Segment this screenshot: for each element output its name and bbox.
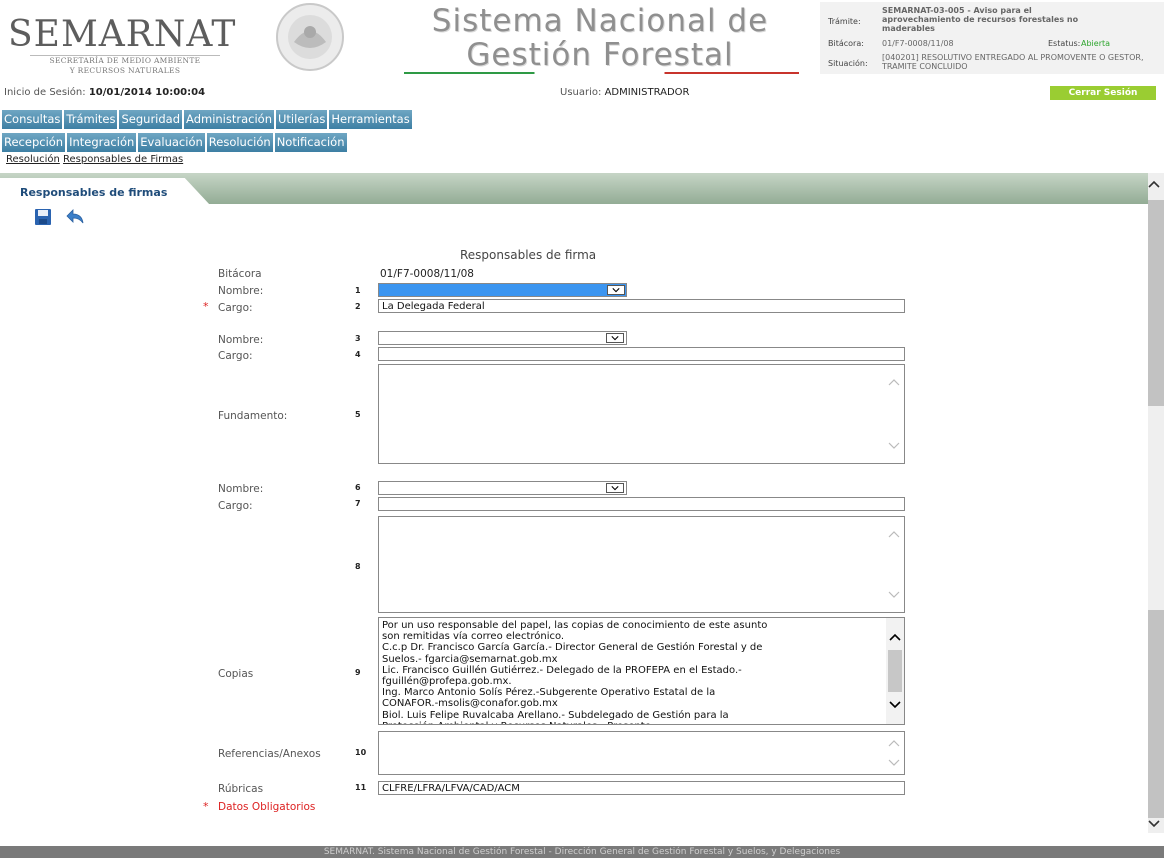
logo-sub-line1: SECRETARÍA DE MEDIO AMBIENTE [49,56,201,65]
field-number: 5 [355,410,361,419]
system-title: Sistema Nacional de Gestión Forestal [400,4,800,72]
copias-label: Copias [218,668,254,680]
rubricas-label: Rúbricas [218,783,264,795]
logo-sub-line2: Y RECURSOS NATURALES [69,66,181,75]
mexico-seal-icon [276,3,344,71]
menu-item-consultas[interactable]: Consultas [2,110,63,129]
nombre2-select[interactable] [378,331,627,345]
flag-color-bar [404,72,799,74]
nombre2-label: Nombre: [218,334,264,346]
process-menu: Recepción Integración Evaluación Resoluc… [2,133,349,152]
chevron-down-icon[interactable] [887,758,901,768]
menu-item-utilerias[interactable]: Utilerías [276,110,328,129]
field-number: 10 [355,748,367,757]
field-number: 3 [355,334,361,343]
cargo3-label: Cargo: [218,500,253,512]
required-mark: * [203,800,209,813]
field-number: 6 [355,483,361,492]
nombre1-label: Nombre: [218,285,264,297]
required-mark: * [203,300,209,313]
menu-item-evaluacion[interactable]: Evaluación [138,133,205,152]
chevron-down-icon[interactable] [888,700,902,710]
session-value: 10/01/2014 10:00:04 [88,87,206,98]
system-title-line2: Gestión Forestal [466,37,734,73]
chevron-down-icon [606,483,624,493]
breadcrumb-responsables[interactable]: Responsables de Firmas [63,154,183,165]
save-icon[interactable] [34,208,52,226]
chevron-up-icon[interactable] [887,377,901,387]
copias-text: Por un uso responsable del papel, las co… [382,620,768,724]
menu-item-administracion[interactable]: Administración [184,110,274,129]
logout-button[interactable]: Cerrar Sesión [1050,86,1156,100]
bitacora-form-value: 01/F7-0008/11/08 [380,268,474,280]
estatus-label: Estatus: [1048,39,1081,48]
tab-label: Responsables de firmas [20,186,168,199]
rubricas-input[interactable]: CLFRE/LFRA/LFVA/CAD/ACM [378,781,905,795]
chevron-up-icon[interactable] [1146,178,1162,190]
field-number: 4 [355,350,361,359]
semarnat-logo: SEMARNAT [8,14,237,55]
cargo2-input[interactable] [378,347,905,361]
main-menu: Consultas Trámites Seguridad Administrac… [2,110,414,129]
tramite-label: Trámite: [828,17,861,26]
session-info: Inicio de Sesión: 10/01/2014 10:00:04 [4,87,205,98]
estatus-value: Abierta [1081,39,1111,48]
referencias-label: Referencias/Anexos [218,748,321,760]
cargo1-label: Cargo: [218,302,253,314]
menu-item-herramientas[interactable]: Herramientas [329,110,412,129]
fundamento-textarea[interactable] [378,364,905,464]
situacion-value: [040201] RESOLUTIVO ENTREGADO AL PROMOVE… [882,53,1144,71]
field-number: 7 [355,499,361,508]
session-label: Inicio de Sesión: [4,87,86,98]
field-number: 1 [355,286,361,295]
chevron-down-icon[interactable] [1146,818,1162,830]
chevron-up-icon[interactable] [888,632,902,642]
breadcrumb: Resolución Responsables de Firmas [6,154,183,165]
form-title: Responsables de firma [460,248,597,262]
field-number: 2 [355,302,361,311]
system-title-line1: Sistema Nacional de [431,3,769,39]
chevron-up-icon[interactable] [887,529,901,539]
undo-icon[interactable] [64,206,86,226]
fundamento3-textarea[interactable] [378,516,905,613]
field-number: 8 [355,562,361,571]
user-value: ADMINISTRADOR [604,87,690,98]
nombre1-select[interactable] [378,283,627,297]
copias-scrollbar-thumb[interactable] [888,650,902,692]
menu-item-seguridad[interactable]: Seguridad [119,110,183,129]
field-number: 11 [355,783,367,792]
user-info: Usuario: ADMINISTRADOR [560,87,689,98]
menu-item-resolucion[interactable]: Resolución [206,133,273,152]
logo-subtitle: SECRETARÍA DE MEDIO AMBIENTE Y RECURSOS … [30,56,220,76]
chevron-down-icon[interactable] [887,441,901,451]
nombre3-select[interactable] [378,481,627,495]
chevron-down-icon[interactable] [887,590,901,600]
fundamento-label: Fundamento: [218,410,288,422]
required-note: Datos Obligatorios [218,801,316,813]
nombre3-label: Nombre: [218,483,264,495]
bitacora-label: Bitácora: [828,39,864,48]
footer: SEMARNAT. Sistema Nacional de Gestión Fo… [0,846,1164,858]
bitacora-form-label: Bitácora [218,268,262,280]
cargo2-label: Cargo: [218,350,253,362]
chevron-up-icon[interactable] [887,738,901,748]
chevron-down-icon [607,285,625,295]
menu-item-tramites[interactable]: Trámites [64,110,118,129]
menu-item-recepcion[interactable]: Recepción [2,133,66,152]
tramite-value: SEMARNAT-03-005 - Aviso para el aprovech… [882,6,1079,33]
cargo1-input[interactable]: La Delegada Federal [378,299,905,313]
menu-item-integracion[interactable]: Integración [67,133,137,152]
field-number: 9 [355,668,361,677]
breadcrumb-resolucion[interactable]: Resolución [6,154,60,165]
referencias-textarea[interactable] [378,731,905,775]
chevron-down-icon [606,333,624,343]
scrollbar-thumb-lower[interactable] [1148,610,1164,818]
cargo3-input[interactable] [378,497,905,511]
menu-item-notificacion[interactable]: Notificación [274,133,347,152]
scrollbar-thumb[interactable] [1148,200,1164,406]
copias-textarea[interactable]: Por un uso responsable del papel, las co… [378,617,905,725]
situacion-label: Situación: [828,59,868,68]
user-label: Usuario: [560,87,602,98]
tramite-info-box: Trámite: SEMARNAT-03-005 - Aviso para el… [820,2,1164,74]
